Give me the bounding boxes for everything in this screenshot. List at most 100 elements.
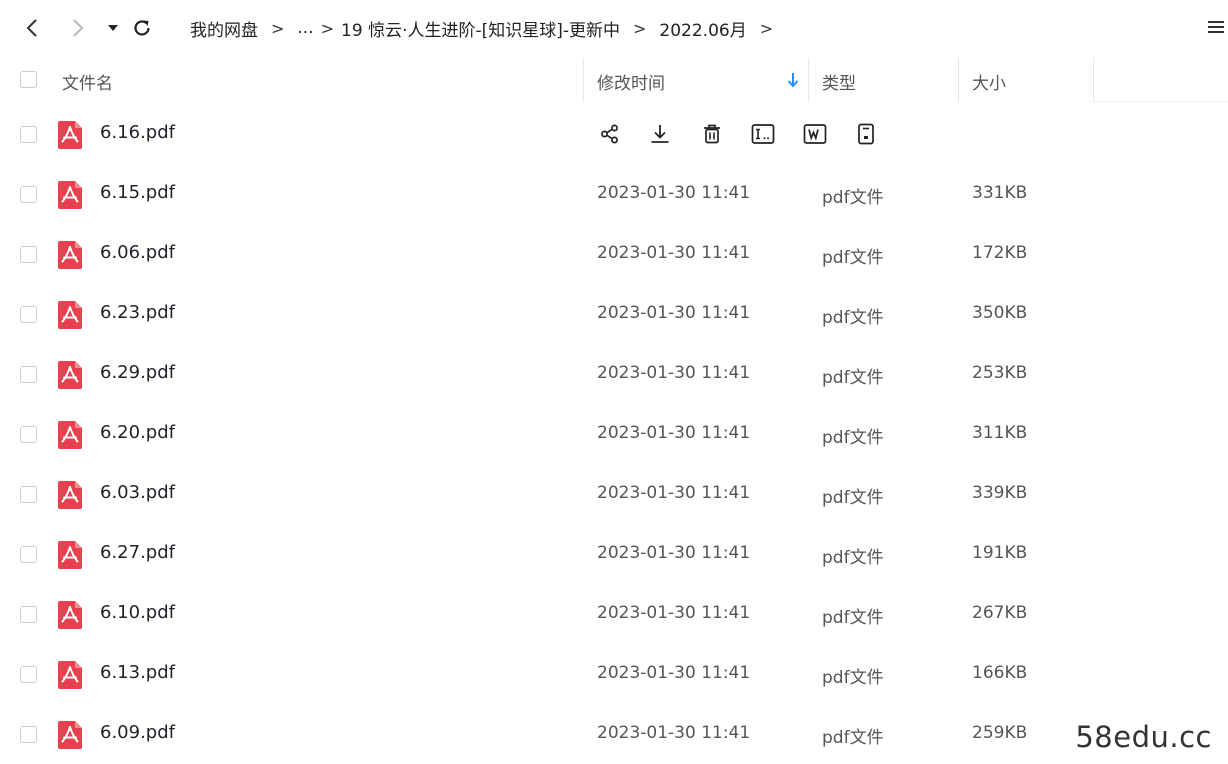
download-icon <box>649 123 671 145</box>
breadcrumb-separator: > <box>320 18 335 38</box>
breadcrumb-ellipsis[interactable]: ... <box>297 18 313 38</box>
more-file-icon <box>856 123 876 145</box>
menu-button[interactable] <box>1208 18 1224 36</box>
refresh-button[interactable] <box>128 14 156 42</box>
file-name[interactable]: 6.23.pdf <box>100 302 175 323</box>
file-size: 253KB <box>972 363 1028 383</box>
table-row[interactable]: 6.09.pdf 2023-01-30 11:41 pdf文件 259KB <box>0 704 1228 764</box>
pdf-file-icon <box>57 540 83 570</box>
table-row[interactable]: 6.20.pdf 2023-01-30 11:41 pdf文件 311KB <box>0 404 1228 464</box>
row-checkbox[interactable] <box>20 486 37 503</box>
delete-icon <box>701 123 723 145</box>
file-type: pdf文件 <box>822 728 884 748</box>
file-size: 311KB <box>972 423 1028 443</box>
table-row[interactable]: 6.13.pdf 2023-01-30 11:41 pdf文件 166KB <box>0 644 1228 704</box>
row-checkbox[interactable] <box>20 726 37 743</box>
pdf-file-icon <box>57 120 83 150</box>
word-doc-icon <box>803 123 827 145</box>
refresh-icon <box>134 20 150 36</box>
modified-time: 2023-01-30 11:41 <box>597 303 751 323</box>
share-button[interactable] <box>597 121 623 147</box>
arrow-down-icon[interactable] <box>787 72 799 88</box>
caret-down-icon <box>108 25 118 31</box>
breadcrumb-root[interactable]: 我的网盘 <box>190 16 258 41</box>
row-checkbox[interactable] <box>20 186 37 203</box>
word-doc-button[interactable] <box>802 121 828 147</box>
toolbar: 我的网盘 > ... > 19 惊云·人生进阶-[知识星球]-更新中 > 202… <box>0 0 1228 56</box>
column-header-size[interactable]: 大小 <box>972 69 1006 94</box>
table-row[interactable]: 6.06.pdf 2023-01-30 11:41 pdf文件 172KB <box>0 224 1228 284</box>
table-row[interactable]: 6.10.pdf 2023-01-30 11:41 pdf文件 267KB <box>0 584 1228 644</box>
column-header-type[interactable]: 类型 <box>822 69 856 94</box>
file-type: pdf文件 <box>822 608 884 628</box>
file-name[interactable]: 6.10.pdf <box>100 602 175 623</box>
row-checkbox[interactable] <box>20 366 37 383</box>
table-row[interactable]: 6.27.pdf 2023-01-30 11:41 pdf文件 191KB <box>0 524 1228 584</box>
column-header-modified[interactable]: 修改时间 <box>597 69 665 94</box>
download-button[interactable] <box>647 121 673 147</box>
table-row[interactable]: 6.03.pdf 2023-01-30 11:41 pdf文件 339KB <box>0 464 1228 524</box>
table-row[interactable]: 6.23.pdf 2023-01-30 11:41 pdf文件 350KB <box>0 284 1228 344</box>
breadcrumb-separator: > <box>271 18 285 38</box>
column-divider[interactable] <box>808 58 809 102</box>
pdf-file-icon <box>57 180 83 210</box>
breadcrumb-current[interactable]: 2022.06月 <box>659 16 746 41</box>
file-size: 191KB <box>972 543 1028 563</box>
row-checkbox[interactable] <box>20 246 37 263</box>
column-divider[interactable] <box>958 58 959 102</box>
file-type: pdf文件 <box>822 668 884 688</box>
row-checkbox[interactable] <box>20 546 37 563</box>
file-name[interactable]: 6.27.pdf <box>100 542 175 563</box>
more-file-button[interactable] <box>853 121 879 147</box>
pdf-file-icon <box>57 420 83 450</box>
delete-button[interactable] <box>699 121 725 147</box>
file-name[interactable]: 6.29.pdf <box>100 362 175 383</box>
breadcrumb: 我的网盘 > ... > 19 惊云·人生进阶-[知识星球]-更新中 > 202… <box>190 15 786 41</box>
modified-time: 2023-01-30 11:41 <box>597 723 751 743</box>
file-type: pdf文件 <box>822 428 884 448</box>
modified-time: 2023-01-30 11:41 <box>597 363 751 383</box>
table-row[interactable]: 6.16.pdf <box>0 104 1228 164</box>
breadcrumb-folder[interactable]: 19 惊云·人生进阶-[知识星球]-更新中 <box>341 16 620 41</box>
history-dropdown-button[interactable] <box>99 14 127 42</box>
file-name[interactable]: 6.09.pdf <box>100 722 175 743</box>
table-header: 文件名 修改时间 类型 大小 <box>0 58 1228 102</box>
row-checkbox[interactable] <box>20 306 37 323</box>
modified-time: 2023-01-30 11:41 <box>597 183 751 203</box>
watermark: 58edu.cc <box>1075 720 1212 754</box>
pdf-file-icon <box>57 480 83 510</box>
pdf-file-icon <box>57 660 83 690</box>
row-checkbox[interactable] <box>20 666 37 683</box>
back-button[interactable] <box>18 14 46 42</box>
modified-time: 2023-01-30 11:41 <box>597 243 751 263</box>
modified-time: 2023-01-30 11:41 <box>597 423 751 443</box>
row-checkbox[interactable] <box>20 126 37 143</box>
table-row[interactable]: 6.15.pdf 2023-01-30 11:41 pdf文件 331KB <box>0 164 1228 224</box>
modified-time: 2023-01-30 11:41 <box>597 603 751 623</box>
file-type: pdf文件 <box>822 488 884 508</box>
file-type: pdf文件 <box>822 248 884 268</box>
forward-button[interactable] <box>64 14 92 42</box>
modified-time: 2023-01-30 11:41 <box>597 663 751 683</box>
file-name[interactable]: 6.06.pdf <box>100 242 175 263</box>
rename-button[interactable] <box>750 121 776 147</box>
rename-icon <box>751 123 775 145</box>
select-all-checkbox[interactable] <box>20 71 37 88</box>
breadcrumb-separator: > <box>633 18 647 38</box>
row-checkbox[interactable] <box>20 426 37 443</box>
file-name[interactable]: 6.16.pdf <box>100 122 175 143</box>
file-name[interactable]: 6.13.pdf <box>100 662 175 683</box>
file-name[interactable]: 6.15.pdf <box>100 182 175 203</box>
file-name[interactable]: 6.20.pdf <box>100 422 175 443</box>
row-checkbox[interactable] <box>20 606 37 623</box>
pdf-file-icon <box>57 240 83 270</box>
file-type: pdf文件 <box>822 548 884 568</box>
column-divider[interactable] <box>583 58 584 102</box>
table-row[interactable]: 6.29.pdf 2023-01-30 11:41 pdf文件 253KB <box>0 344 1228 404</box>
file-name[interactable]: 6.03.pdf <box>100 482 175 503</box>
file-size: 166KB <box>972 663 1028 683</box>
column-header-name[interactable]: 文件名 <box>62 69 113 94</box>
file-size: 350KB <box>972 303 1028 323</box>
header-filler <box>1094 58 1228 102</box>
modified-time: 2023-01-30 11:41 <box>597 483 751 503</box>
